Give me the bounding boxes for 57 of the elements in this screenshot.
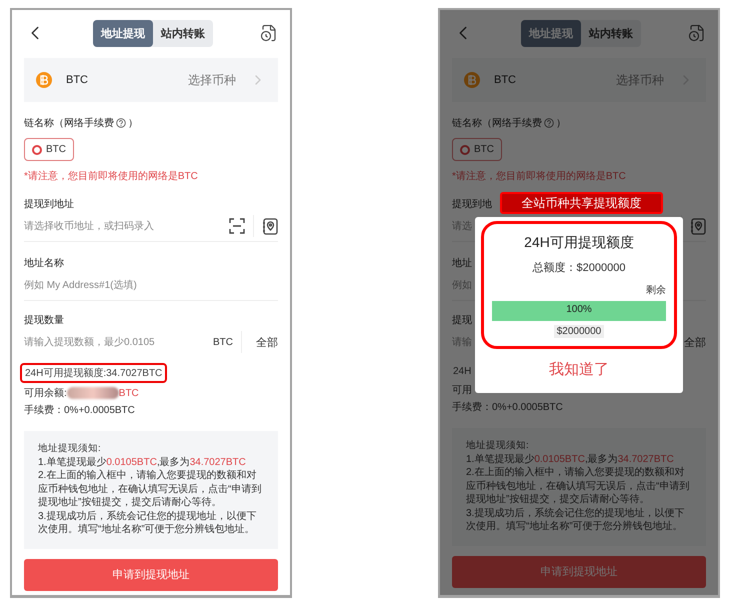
- submit-button[interactable]: 申请到提现地址: [24, 558, 278, 591]
- address-name-field[interactable]: 例如 My Address#1(选填): [24, 270, 278, 301]
- chain-label: 链名称（网络手续费: [452, 116, 542, 130]
- scan-icon[interactable]: [229, 218, 245, 234]
- total-quota: 总额度：$2000000: [532, 260, 626, 275]
- tab[interactable]: 站内转账: [153, 20, 213, 46]
- help-icon[interactable]: [544, 118, 554, 128]
- coin-icon: [464, 72, 480, 88]
- tab[interactable]: 地址提现: [93, 20, 153, 46]
- history-icon[interactable]: [260, 24, 278, 42]
- network-option[interactable]: BTC: [24, 138, 74, 161]
- balance-label: 可用: [452, 384, 472, 397]
- address-field[interactable]: 请选择收币地址，或扫码录入: [24, 211, 278, 242]
- address-name-label: 地址名称: [24, 256, 64, 270]
- notice-text: 1.单笔提现最少0.0105BTC,最多为34.7027BTC 2.在上面的输入框中，请输入您要提现的数额和对应币种钱包地址，在确认填写无误后，点击“申请到提现地址”按钮提交，提交后请耐心等待。 3.提现成功后，系统会记住您的提现地址，以便下次使用。填写“地址名称”可便于您分辨钱包地址。: [466, 452, 690, 534]
- dialog-title: 24H可用提现额度: [524, 234, 634, 252]
- coin-symbol: BTC: [494, 74, 516, 86]
- notice-text: 1.单笔提现最少0.0105BTC,最多为34.7027BTC 2.在上面的输入框中，请输入您要提现的数额和对应币种钱包地址，在确认填写无误后，点击“申请到提现地址”按钮提交，提交后请耐心等待。 3.提现成功后，系统会记住您的提现地址，以便下次使用。填写“地址名称”可便于您分辨钱包地址。: [38, 456, 262, 537]
- shared-quota-banner: 全站币种共享提现额度: [500, 192, 663, 214]
- remaining-label: 剩余: [646, 284, 666, 297]
- quota-text: 24H可用提现额度:34.7027BTC: [20, 363, 168, 383]
- coin-icon: [36, 72, 52, 88]
- tab[interactable]: 站内转账: [581, 20, 641, 46]
- amount-field[interactable]: 请输入提现数额，最少0.0105: [24, 335, 205, 349]
- remaining-amount: $2000000: [554, 325, 604, 338]
- chain-label: 链名称（网络手续费: [24, 116, 114, 130]
- amount-label: 提现: [452, 314, 472, 327]
- coin-selector[interactable]: BTC 选择币种: [24, 58, 278, 102]
- choose-coin-text: 选择币种: [616, 72, 664, 88]
- amount-label: 提现数量: [24, 314, 64, 327]
- choose-coin-text: 选择币种: [188, 72, 236, 88]
- network-note: *请注意，您目前即将使用的网络是BTC: [24, 170, 199, 183]
- address-label: 提现到地: [452, 198, 492, 211]
- chain-label-end: ）: [128, 117, 138, 130]
- progress-reading: 100%: [566, 304, 592, 315]
- balance-label: 可用余额:: [24, 386, 67, 400]
- address-book-icon[interactable]: [262, 218, 278, 234]
- all-button[interactable]: 全部: [678, 334, 706, 350]
- network-note: *请注意，您目前即将使用的网络是BTC: [452, 170, 627, 183]
- address-label: 提现到地址: [24, 198, 74, 211]
- confirm-button[interactable]: 我知道了: [543, 359, 615, 380]
- balance-value: BTC: [118, 388, 139, 398]
- coin-symbol: BTC: [66, 74, 88, 86]
- fee-text: 手续费：0%+0.0005BTC: [24, 404, 135, 417]
- submit-button[interactable]: 申请到提现地址: [452, 556, 706, 588]
- notice-title: 地址提现须知:: [466, 440, 530, 453]
- network-option[interactable]: BTC: [452, 138, 502, 161]
- quota-text: 24H: [452, 365, 472, 379]
- notice-title: 地址提现须知:: [38, 443, 102, 456]
- chain-label-end: ）: [556, 117, 566, 130]
- address-name-label: 地址: [452, 256, 472, 270]
- all-button[interactable]: 全部: [250, 334, 278, 350]
- tab[interactable]: 地址提现: [521, 20, 581, 46]
- fee-text: 手续费：0%+0.0005BTC: [452, 400, 563, 414]
- unit-text: BTC: [213, 336, 233, 348]
- help-icon[interactable]: [116, 118, 126, 128]
- coin-selector[interactable]: BTC 选择币种: [452, 58, 706, 102]
